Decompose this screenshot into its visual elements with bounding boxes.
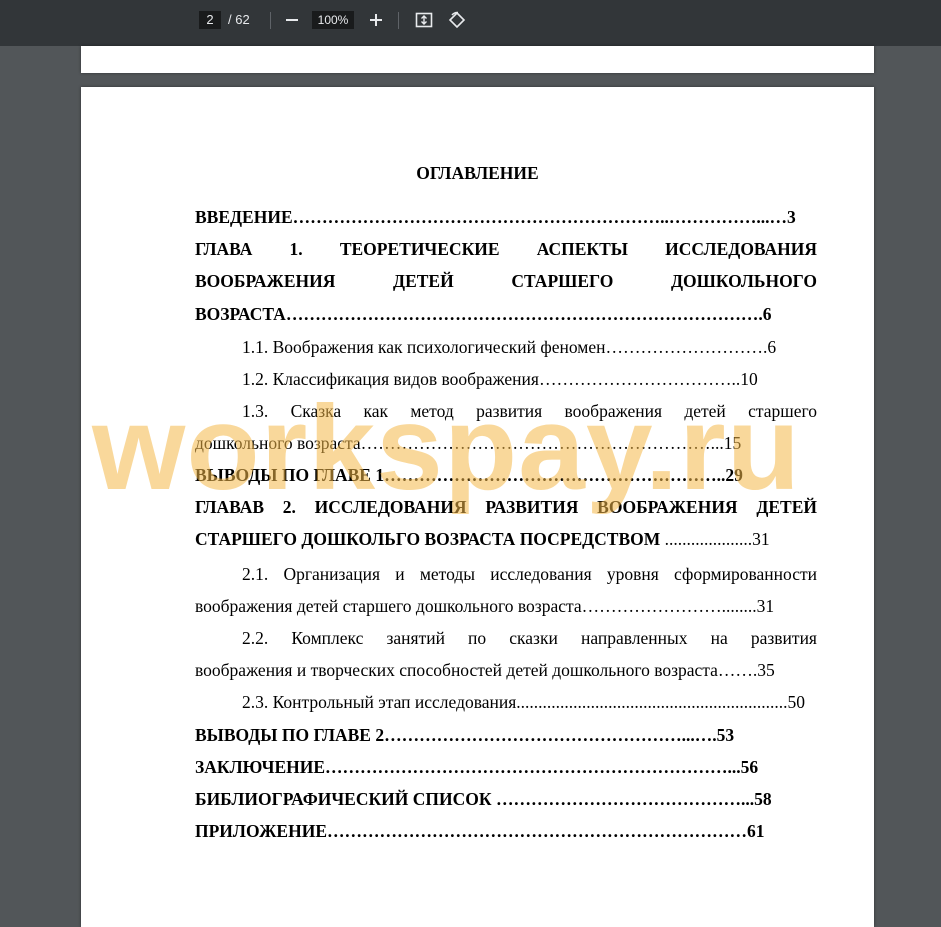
toc-entry: ГЛАВА 1. ТЕОРЕТИЧЕСКИЕ АСПЕКТЫ ИССЛЕДОВА… bbox=[195, 239, 817, 259]
pdf-toolbar: / 62 100% bbox=[0, 0, 941, 46]
zoom-out-button[interactable] bbox=[280, 8, 304, 32]
toc-entry: воображения детей старшего дошкольного в… bbox=[195, 596, 775, 616]
toc-entry: дошкольного возраста……………………………………………………… bbox=[195, 433, 742, 453]
rotate-icon bbox=[448, 11, 466, 29]
toc-entry: 2.2. Комплекс занятий по сказки направле… bbox=[242, 628, 817, 648]
toc-entry: ВЫВОДЫ ПО ГЛАВЕ 2……………………………………………...….5… bbox=[195, 725, 735, 745]
page-total: / 62 bbox=[228, 12, 250, 27]
toc-entry: 1.2. Классификация видов воображения…………… bbox=[242, 369, 758, 389]
page-number-input[interactable] bbox=[199, 11, 221, 29]
previous-page bbox=[81, 46, 874, 73]
toc-entry: воображения и творческих способностей де… bbox=[195, 660, 775, 680]
toc-entry: ВОЗРАСТА……………………………………………………………………….6 bbox=[195, 304, 772, 324]
plus-icon bbox=[370, 14, 382, 26]
toc-entry: БИБЛИОГРАФИЧЕСКИЙ СПИСОК …………………………………….… bbox=[195, 789, 772, 809]
toc-entry: ГЛАВАВ 2. ИССЛЕДОВАНИЯ РАЗВИТИЯ ВООБРАЖЕ… bbox=[195, 497, 817, 517]
toc-entry: ПРИЛОЖЕНИЕ………………………………………………………………61 bbox=[195, 821, 765, 841]
toc-entry: 1.3. Сказка как метод развития воображен… bbox=[242, 401, 817, 421]
toc-entry: ВВЕДЕНИЕ………………………………………………………..……………...…… bbox=[195, 207, 796, 227]
toc-entry-leader: ....................31 bbox=[660, 529, 770, 549]
minus-icon bbox=[286, 19, 298, 21]
toc-title: ОГЛАВЛЕНИЕ bbox=[416, 163, 539, 183]
zoom-in-button[interactable] bbox=[364, 8, 388, 32]
rotate-button[interactable] bbox=[445, 8, 469, 32]
toc-entry: 2.3. Контрольный этап исследования......… bbox=[242, 692, 806, 712]
fit-page-button[interactable] bbox=[412, 8, 436, 32]
toc-entry: ВЫВОДЫ ПО ГЛАВЕ 1…………………………………………………..29 bbox=[195, 465, 743, 485]
toc-entry: ЗАКЛЮЧЕНИЕ……………………………………………………………...56 bbox=[195, 757, 759, 777]
toc-entry: СТАРШЕГО ДОШКОЛЬГО ВОЗРАСТА ПОСРЕДСТВОМ … bbox=[195, 528, 817, 550]
document-page: ОГЛАВЛЕНИЕ ВВЕДЕНИЕ………………………………………………………… bbox=[81, 87, 874, 927]
toc-entry: 2.1. Организация и методы исследования у… bbox=[242, 564, 817, 584]
toc-entry-text: СТАРШЕГО ДОШКОЛЬГО ВОЗРАСТА ПОСРЕДСТВОМ bbox=[195, 529, 661, 549]
toolbar-divider bbox=[398, 12, 399, 29]
toc-entry: 1.1. Воображения как психологический фен… bbox=[242, 337, 777, 357]
fit-page-icon bbox=[415, 12, 433, 28]
toc-entry: ВООБРАЖЕНИЯ ДЕТЕЙ СТАРШЕГО ДОШКОЛЬНОГО bbox=[195, 271, 817, 291]
zoom-level-input[interactable]: 100% bbox=[312, 11, 354, 29]
toolbar-divider bbox=[270, 12, 271, 29]
